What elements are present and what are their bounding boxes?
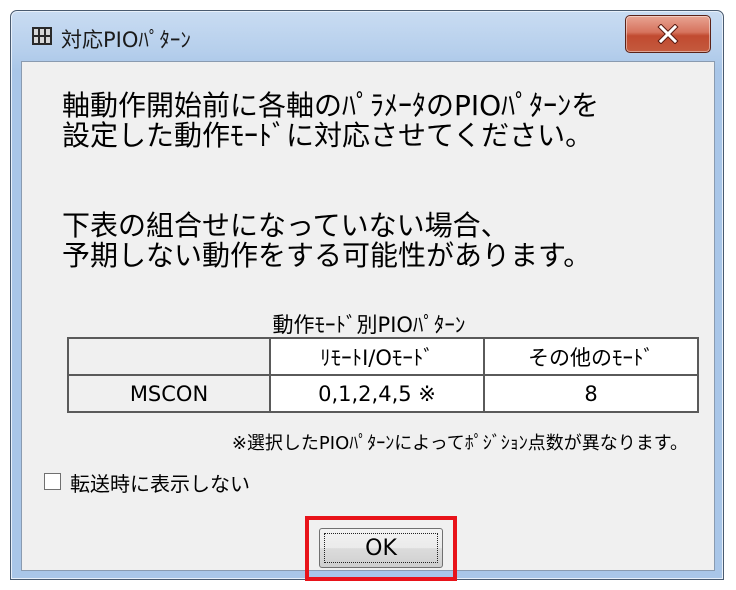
dont-show-label[interactable]: 転送時に表示しない	[70, 468, 250, 497]
message-line-3: 下表の組合せになっていない場合、	[62, 209, 509, 242]
table-header-cell	[67, 337, 271, 376]
close-icon	[657, 24, 679, 44]
close-button[interactable]	[625, 15, 711, 53]
table-cell: 8	[483, 374, 699, 413]
footnote: ※選択したPIOﾊﾟﾀｰﾝによってﾎﾟｼﾞｼｮﾝ点数が異なります。	[231, 433, 688, 454]
window-title: 対応PIOﾊﾟﾀｰﾝ	[61, 28, 191, 52]
pio-pattern-table: ﾘﾓｰﾄI/Oﾓｰﾄﾞ その他のﾓｰﾄﾞ MSCON 0,1,2,4,5 ※ 8	[67, 337, 699, 413]
table-row: MSCON 0,1,2,4,5 ※ 8	[67, 374, 699, 413]
table-header-cell: ﾘﾓｰﾄI/Oﾓｰﾄﾞ	[269, 337, 485, 376]
dialog-body: 軸動作開始前に各軸のﾊﾟﾗﾒｰﾀのPIOﾊﾟﾀｰﾝを 設定した動作ﾓｰﾄﾞに対応…	[21, 61, 715, 581]
message-line-4: 予期しない動作をする可能性があります。	[62, 239, 592, 272]
table-caption: 動作ﾓｰﾄﾞ別PIOﾊﾟﾀｰﾝ	[272, 313, 466, 337]
title-bar[interactable]: 対応PIOﾊﾟﾀｰﾝ	[11, 11, 723, 61]
table-cell: MSCON	[67, 374, 271, 413]
table-cell: 0,1,2,4,5 ※	[269, 374, 485, 413]
table-header-cell: その他のﾓｰﾄﾞ	[483, 337, 699, 376]
focus-rectangle	[324, 533, 438, 563]
dialog-window: 対応PIOﾊﾟﾀｰﾝ 軸動作開始前に各軸のﾊﾟﾗﾒｰﾀのPIOﾊﾟﾀｰﾝを 設定…	[10, 10, 724, 581]
message-line-2: 設定した動作ﾓｰﾄﾞに対応させてください。	[62, 119, 594, 152]
dont-show-checkbox[interactable]	[44, 473, 61, 490]
message-line-1: 軸動作開始前に各軸のﾊﾟﾗﾒｰﾀのPIOﾊﾟﾀｰﾝを	[62, 89, 600, 122]
ok-button[interactable]: OK	[319, 528, 443, 568]
app-icon	[32, 27, 52, 45]
table-header-row: ﾘﾓｰﾄI/Oﾓｰﾄﾞ その他のﾓｰﾄﾞ	[67, 337, 699, 376]
